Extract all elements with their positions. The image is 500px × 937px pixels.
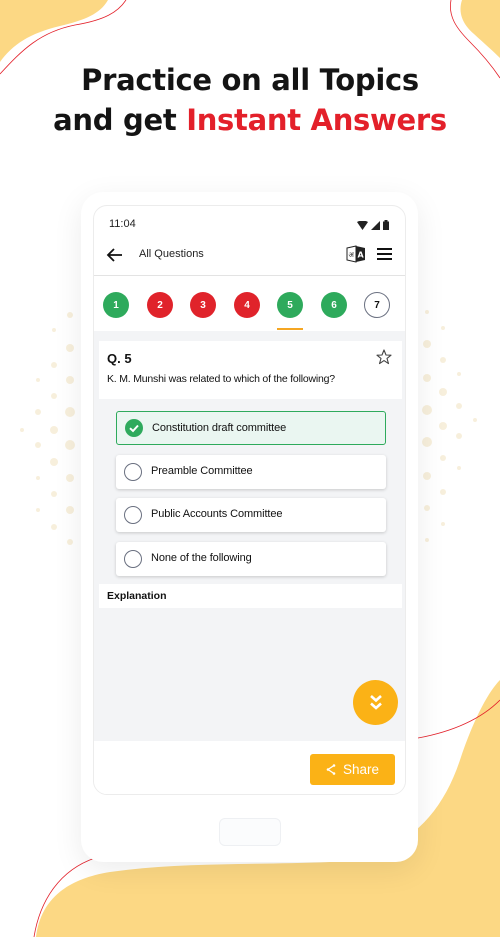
phone-mockup: 11:04 All Questions अ A 1 2 3 4 5 6 7 Q.… [81,192,418,862]
star-outline-icon[interactable] [376,349,392,365]
hamburger-menu-icon[interactable] [377,248,392,260]
right-dot-pattern [422,310,477,542]
radio-icon [124,550,142,568]
option-1[interactable]: Constitution draft committee [116,411,386,445]
double-chevron-down-icon [369,694,382,710]
arrow-left-icon[interactable] [106,246,124,264]
status-time: 11:04 [109,218,136,230]
app-bar: All Questions अ A [94,236,405,276]
share-icon [326,764,336,775]
phone-screen: 11:04 All Questions अ A 1 2 3 4 5 6 7 Q.… [93,205,406,795]
question-nav-item-1[interactable]: 1 [103,292,129,318]
question-text: K. M. Munshi was related to which of the… [107,373,335,385]
question-navigator: 1 2 3 4 5 6 7 [94,277,405,331]
question-nav-item-6[interactable]: 6 [321,292,347,318]
headline-line-1: Practice on all Topics [81,63,419,97]
question-nav-item-4[interactable]: 4 [234,292,260,318]
question-number: Q. 5 [107,351,132,366]
explanation-label: Explanation [107,590,167,602]
question-nav-item-7[interactable]: 7 [364,292,390,318]
headline: Practice on all Topics and get Instant A… [0,60,500,140]
share-button[interactable]: Share [310,754,395,785]
explanation-header: Explanation [99,584,402,608]
share-label: Share [342,762,380,777]
headline-line-2: and get Instant Answers [0,100,500,140]
option-2[interactable]: Preamble Committee [116,455,386,489]
option-label: Constitution draft committee [152,422,287,434]
question-nav-item-5[interactable]: 5 [277,292,303,318]
radio-icon [124,506,142,524]
svg-text:A: A [358,251,365,260]
question-card: Q. 5 K. M. Munshi was related to which o… [99,341,402,399]
option-4[interactable]: None of the following [116,542,386,576]
headline-line-2-prefix: and get [53,103,187,137]
scroll-down-button[interactable] [353,680,398,725]
question-content: Q. 5 K. M. Munshi was related to which o… [94,331,405,741]
check-circle-icon [125,419,143,437]
left-dot-pattern [20,312,75,545]
app-bar-title: All Questions [139,248,204,260]
translate-icon[interactable]: अ A [346,245,366,263]
option-label: Public Accounts Committee [151,508,283,520]
status-bar: 11:04 [94,206,405,234]
bottom-bar: Share [94,741,405,794]
wifi-icon [357,220,368,230]
top-right-blob [460,0,500,58]
radio-icon [124,463,142,481]
battery-icon [383,220,389,230]
option-3[interactable]: Public Accounts Committee [116,498,386,532]
question-nav-item-3[interactable]: 3 [190,292,216,318]
home-button[interactable] [219,818,281,846]
option-label: None of the following [151,552,252,564]
question-nav-item-2[interactable]: 2 [147,292,173,318]
status-icons [357,220,389,230]
option-label: Preamble Committee [151,465,253,477]
headline-accent: Instant Answers [186,103,447,137]
svg-text:अ: अ [349,251,355,259]
active-question-indicator [277,328,303,330]
signal-icon [371,220,380,230]
